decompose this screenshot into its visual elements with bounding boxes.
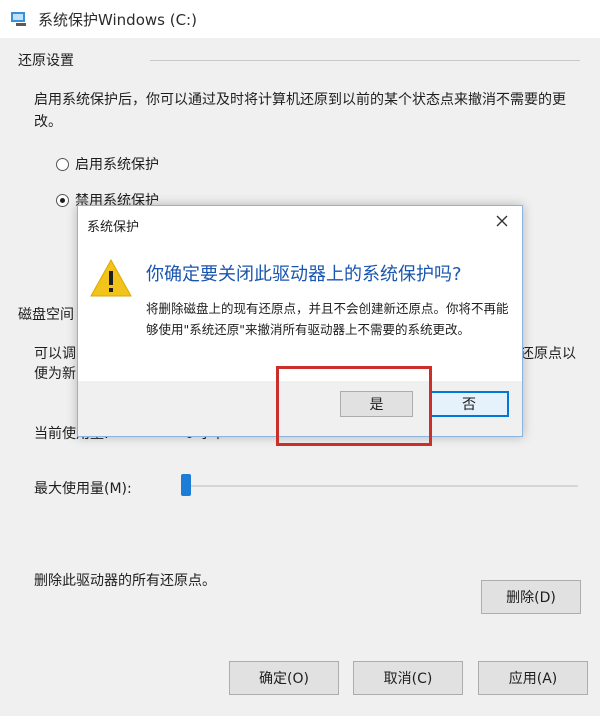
- dialog-message: 将删除磁盘上的现有还原点，并且不会创建新还原点。你将不再能够使用"系统还原"来撤…: [146, 301, 509, 337]
- apply-button[interactable]: 应用(A): [478, 661, 588, 695]
- disk-text-line1: 可以调: [34, 346, 76, 362]
- radio-label: 启用系统保护: [75, 157, 159, 173]
- ok-button[interactable]: 确定(O): [229, 661, 339, 695]
- close-icon[interactable]: [491, 210, 513, 232]
- highlight-annotation-box: [276, 366, 432, 446]
- window-titlebar: 系统保护Windows (C:): [0, 0, 600, 38]
- max-usage-slider-track[interactable]: [190, 485, 578, 487]
- restore-group-title: 还原设置: [18, 50, 80, 70]
- disk-text-line2: 便为新: [34, 366, 76, 382]
- max-usage-slider-thumb[interactable]: [181, 474, 191, 496]
- dialog-title: 系统保护: [87, 220, 140, 235]
- disk-text-right: 还原点以: [520, 346, 576, 362]
- radio-button[interactable]: [56, 158, 69, 171]
- delete-label: 删除此驱动器的所有还原点。: [34, 573, 216, 589]
- no-button[interactable]: 否: [429, 391, 509, 417]
- restore-description: 启用系统保护后，你可以通过及时将计算机还原到以前的某个状态点来撤消不需要的更改。: [34, 92, 566, 130]
- window-title: 系统保护Windows (C:): [38, 11, 197, 29]
- max-usage-label: 最大使用量(M):: [34, 481, 132, 497]
- disk-group-title: 磁盘空间: [18, 304, 80, 324]
- warning-icon: [90, 258, 132, 297]
- cancel-button[interactable]: 取消(C): [353, 661, 463, 695]
- radio-enable-protection[interactable]: 启用系统保护: [56, 155, 256, 175]
- delete-button[interactable]: 删除(D): [481, 580, 581, 614]
- group-divider: [150, 60, 580, 61]
- system-properties-icon: [11, 12, 26, 26]
- dialog-question: 你确定要关闭此驱动器上的系统保护吗?: [146, 264, 462, 285]
- radio-button-checked[interactable]: [56, 194, 69, 207]
